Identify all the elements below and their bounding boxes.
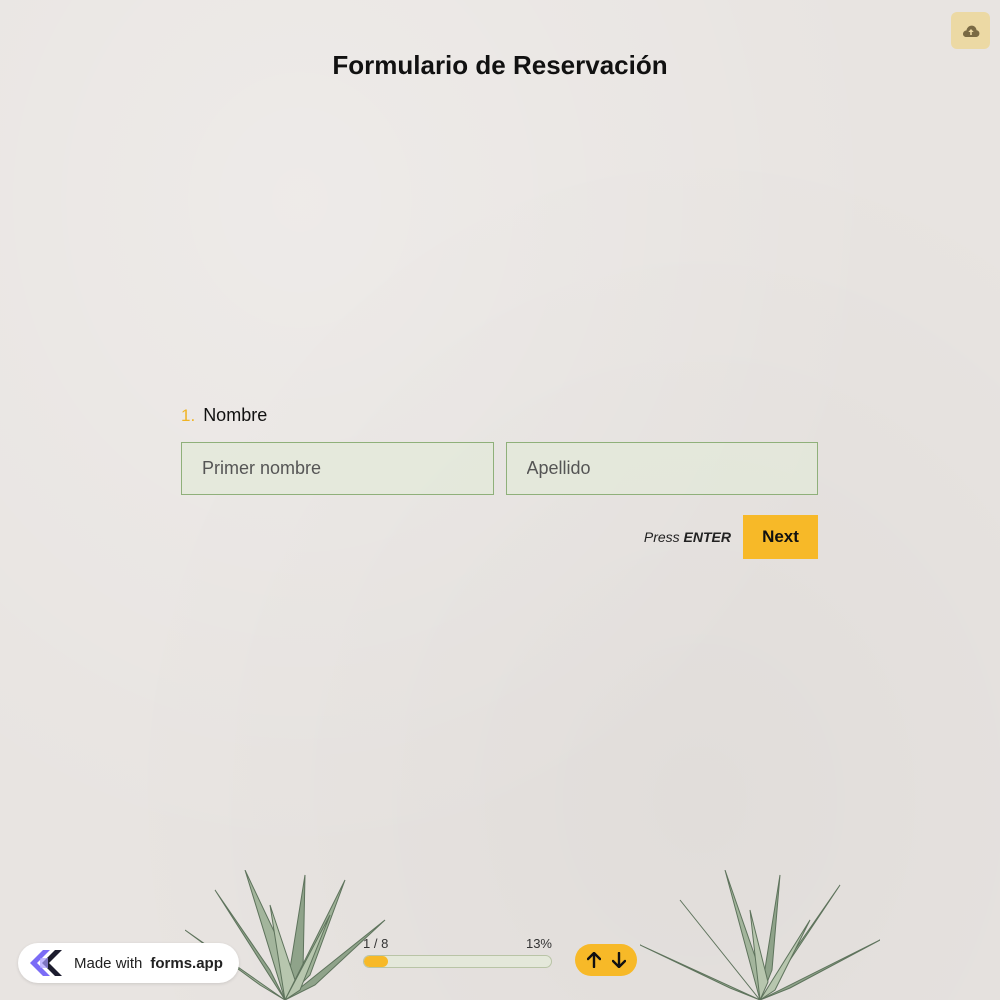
next-question-button[interactable]	[608, 948, 630, 972]
question-title: Nombre	[203, 405, 268, 425]
progress-percent: 13%	[525, 936, 552, 951]
pineapple-right-decoration	[640, 870, 880, 1000]
brand-prefix: Made with	[74, 954, 143, 972]
progress-bar	[363, 955, 552, 968]
question-actions: Press ENTER Next	[181, 515, 818, 559]
progress-indicator: 1 / 8 13%	[363, 936, 552, 968]
question-block: 1. Nombre Press ENTER Next	[181, 405, 818, 559]
press-hint-text: Press	[643, 529, 680, 545]
press-hint-key: ENTER	[683, 529, 731, 545]
question-navigation	[575, 944, 637, 976]
progress-bar-fill	[364, 956, 389, 967]
cloud-upload-icon	[962, 25, 979, 37]
form-title: Formulario de Reservación	[332, 50, 668, 80]
last-name-input[interactable]	[505, 442, 818, 495]
question-label: 1. Nombre	[181, 405, 818, 426]
progress-step: 1 / 8	[363, 936, 389, 951]
question-number: 1.	[181, 406, 196, 425]
arrow-down-icon	[611, 952, 626, 968]
save-progress-button[interactable]	[951, 12, 990, 49]
arrow-up-icon	[586, 952, 601, 968]
made-with-forms-app-badge[interactable]: Made with forms.app	[18, 943, 239, 983]
first-name-input[interactable]	[181, 442, 494, 495]
press-enter-hint: Press ENTER	[644, 529, 731, 545]
previous-question-button[interactable]	[583, 948, 605, 972]
name-inputs	[181, 442, 818, 495]
brand-name: forms.app	[150, 954, 223, 972]
progress-labels: 1 / 8 13%	[363, 936, 552, 951]
next-button[interactable]: Next	[743, 515, 818, 559]
forms-app-logo-icon	[30, 950, 62, 976]
